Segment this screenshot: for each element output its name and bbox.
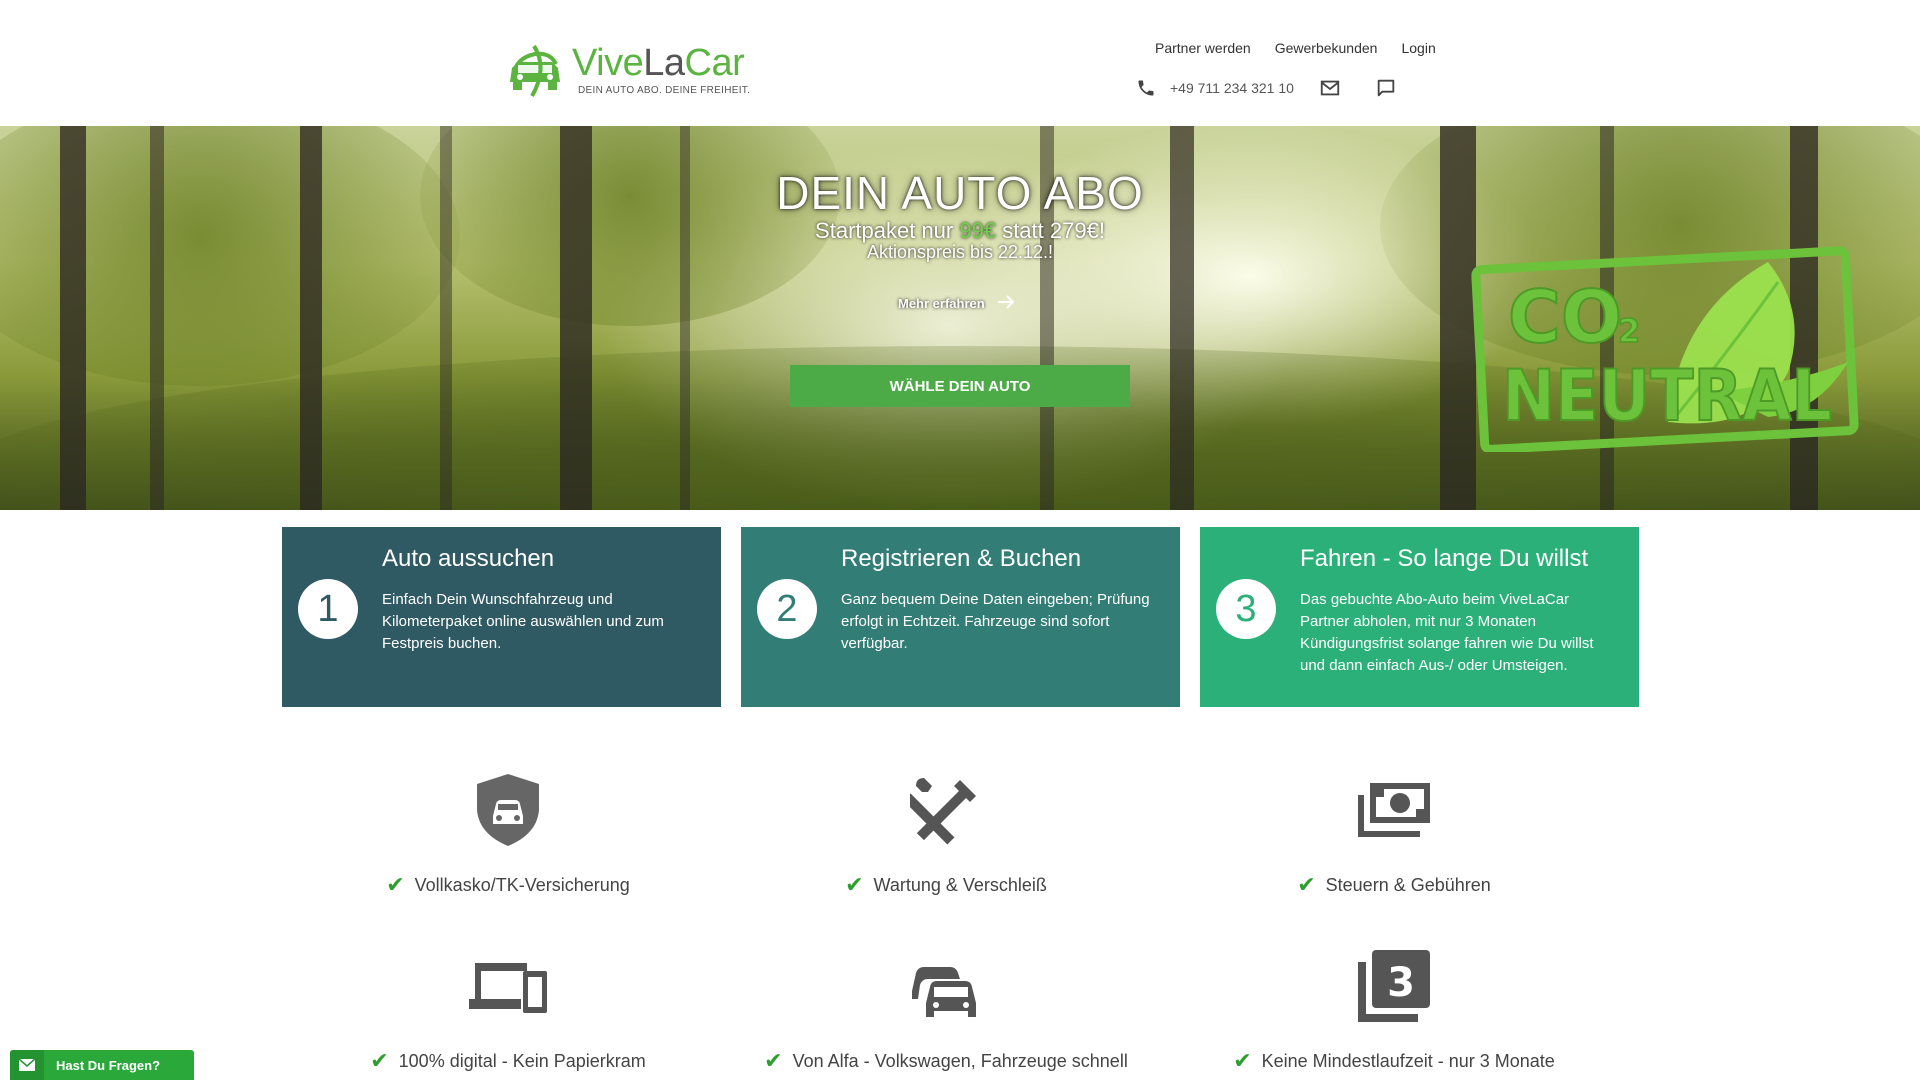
steps-section: 1 Auto aussuchen Einfach Dein Wunschfahr… [282, 527, 1639, 707]
feature-min-term: 3 ✔ Keine Mindestlaufzeit - nur 3 Monate [1134, 946, 1654, 1074]
hero-offer: Startpaket nur 99€ statt 279€! [815, 218, 1105, 243]
step-number: 2 [757, 579, 817, 639]
checkmark-icon: ✔ [370, 1048, 389, 1073]
checkmark-icon: ✔ [764, 1048, 783, 1073]
questions-chat-widget[interactable]: Hast Du Fragen? [10, 1050, 194, 1080]
step-title: Fahren - So lange Du willst [1300, 545, 1589, 572]
nav-partner-werden[interactable]: Partner werden [1155, 40, 1251, 56]
step-text: Ganz bequem Deine Daten eingeben; Prüfun… [841, 591, 1150, 652]
step-text: Das gebuchte Abo-Auto beim ViveLaCar Par… [1300, 591, 1594, 674]
hero-title: DEIN AUTO ABO [776, 167, 1144, 219]
hero-price: 99€ [959, 218, 997, 243]
top-nav: Partner werden Gewerbekunden Login [1155, 40, 1436, 56]
co2-neutral-badge: CO 2 NEUTRAL [1468, 242, 1868, 454]
devices-icon [463, 946, 553, 1026]
contact-bar: +49 711 234 321 10 [1134, 76, 1398, 100]
envelope-icon [10, 1050, 44, 1080]
neutral-text: NEUTRAL [1502, 355, 1832, 437]
feature-taxes: ✔ Steuern & Gebühren [1134, 770, 1654, 898]
more-info-link[interactable]: Mehr erfahren [898, 294, 1015, 313]
shield-car-icon [463, 770, 553, 850]
logo-tagline: DEIN AUTO ABO. DEINE FREIHEIT. [578, 84, 751, 96]
logo[interactable]: ViveLaCar DEIN AUTO ABO. DEINE FREIHEIT. [504, 38, 750, 100]
feature-maintenance: ✔ Wartung & Verschleiß [686, 770, 1206, 898]
co2-text: CO [1508, 275, 1622, 359]
step-number: 1 [298, 579, 358, 639]
step-card-3: 3 Fahren - So lange Du willst Das gebuch… [1200, 527, 1639, 707]
feature-label: Von Alfa - Volkswagen, Fahrzeuge schnell [792, 1050, 1128, 1071]
checkmark-icon: ✔ [1233, 1048, 1252, 1073]
cars-icon [901, 946, 991, 1026]
checkmark-icon: ✔ [386, 872, 405, 897]
phone-icon[interactable] [1134, 76, 1158, 100]
logo-car-icon [504, 38, 566, 100]
feature-car-range: ✔ Von Alfa - Volkswagen, Fahrzeuge schnel… [686, 946, 1206, 1074]
mail-icon[interactable] [1318, 76, 1342, 100]
feature-label: Vollkasko/TK-Versicherung [414, 874, 630, 895]
chat-label: Hast Du Fragen? [56, 1057, 161, 1073]
choose-car-button[interactable]: WÄHLE DEIN AUTO [790, 365, 1130, 407]
step-text: Einfach Dein Wunschfahrzeug und Kilomete… [382, 591, 664, 652]
checkmark-icon: ✔ [845, 872, 864, 897]
feature-label: Steuern & Gebühren [1325, 874, 1491, 895]
step-number: 3 [1216, 579, 1276, 639]
checkmark-icon: ✔ [1297, 872, 1316, 897]
svg-text:3: 3 [1387, 960, 1415, 1006]
site-header: ViveLaCar DEIN AUTO ABO. DEINE FREIHEIT.… [0, 0, 1920, 126]
chat-bubble-icon[interactable] [1374, 76, 1398, 100]
co2-subscript: 2 [1618, 312, 1640, 350]
feature-label: Wartung & Verschleiß [873, 874, 1047, 895]
step-title: Registrieren & Buchen [841, 545, 1082, 572]
feature-label: Keine Mindestlaufzeit - nur 3 Monate [1261, 1050, 1555, 1071]
nav-gewerbekunden[interactable]: Gewerbekunden [1275, 40, 1378, 56]
number-3-icon: 3 [1349, 946, 1439, 1026]
hero-banner: DEIN AUTO ABO Startpaket nur 99€ statt 2… [0, 126, 1920, 510]
step-title: Auto aussuchen [382, 545, 555, 572]
money-icon [1349, 770, 1439, 850]
feature-label: 100% digital - Kein Papierkram [398, 1050, 646, 1071]
step-card-2: 2 Registrieren & Buchen Ganz bequem Dein… [741, 527, 1180, 707]
arrow-right-icon [997, 294, 1015, 313]
nav-login[interactable]: Login [1401, 40, 1435, 56]
logo-name: ViveLaCar [572, 41, 745, 84]
step-card-1: 1 Auto aussuchen Einfach Dein Wunschfahr… [282, 527, 721, 707]
tools-icon [901, 770, 991, 850]
phone-number[interactable]: +49 711 234 321 10 [1170, 80, 1294, 96]
